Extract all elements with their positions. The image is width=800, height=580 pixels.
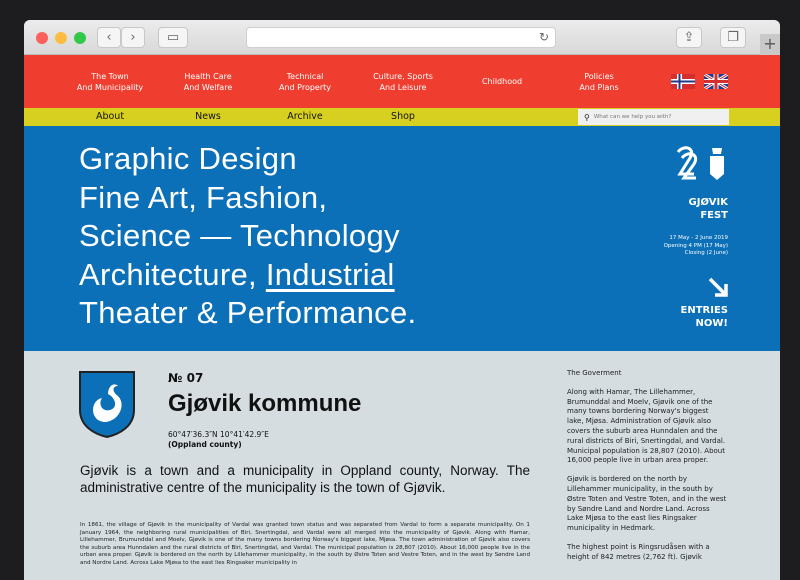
nav-about[interactable]: About <box>96 111 124 122</box>
search-icon: ⚲ <box>584 112 590 122</box>
coordinates: 60°47′36.3″N 10°41′42.9″E <box>168 430 269 439</box>
fest-date: Closing (2 June) <box>684 250 728 256</box>
fest-date: Opening 4 PM (17 May) <box>663 242 728 249</box>
nav-news[interactable]: News <box>195 111 221 122</box>
address-bar[interactable]: ↻ <box>246 27 556 48</box>
hero-line: Fine Art, Fashion, <box>79 179 328 215</box>
sidebar-paragraph: Gjøvik is bordered on the north by Lille… <box>567 475 727 533</box>
nav-culture[interactable]: Culture, Sports And Leisure <box>373 71 433 93</box>
sidebar-paragraph: The highest point is Ringsrudåsen with a… <box>567 542 710 561</box>
hero-line: Graphic Design <box>79 141 297 176</box>
hero-line: Science — Technology <box>79 218 400 253</box>
back-button[interactable]: ‹ <box>97 27 121 48</box>
county: (Oppland county) <box>168 440 242 449</box>
nav-health[interactable]: Health Care And Welfare <box>184 71 233 93</box>
hero-link-industrial[interactable]: Industrial <box>266 257 395 292</box>
browser-window: ‹ › ▭ ↻ ⇪ ❐ + The Town And Municipality … <box>24 20 780 580</box>
arrow-down-right-icon[interactable] <box>707 276 729 298</box>
nav-shop[interactable]: Shop <box>391 111 415 122</box>
sidebar-heading: The Goverment <box>567 369 622 377</box>
hero-line: Theater & Performance. <box>79 295 417 330</box>
forward-button[interactable]: › <box>121 27 145 48</box>
nav-childhood[interactable]: Childhood <box>482 76 522 87</box>
fest-date: 17 May - 2 June 2019 <box>669 235 728 241</box>
search-input[interactable]: ⚲ What can we help you with? <box>578 109 729 125</box>
article-title: Gjøvik kommune <box>168 390 362 417</box>
hero-banner: Graphic Design Fine Art, Fashion, Scienc… <box>24 126 780 351</box>
reload-icon[interactable]: ↻ <box>539 30 549 44</box>
fest-title: GJØVIK FEST <box>689 196 728 222</box>
nav-technical[interactable]: Technical And Property <box>279 71 331 93</box>
cta-line: ENTRIES <box>680 305 728 316</box>
share-icon[interactable]: ⇪ <box>676 27 702 48</box>
zoom-window-button[interactable] <box>74 32 86 44</box>
fest-dates: 17 May - 2 June 2019 Opening 4 PM (17 May… <box>664 235 728 258</box>
close-window-button[interactable] <box>36 32 48 44</box>
festival-logo-icon <box>676 146 724 180</box>
nav-archive[interactable]: Archive <box>287 111 323 122</box>
title-bar: ‹ › ▭ ↻ ⇪ ❐ <box>24 20 780 55</box>
article-number: № 07 <box>168 371 204 385</box>
entries-now-link[interactable]: ENTRIES NOW! <box>681 304 728 330</box>
gjovik-coat-of-arms-icon <box>79 371 135 438</box>
cta-line: NOW! <box>695 318 728 329</box>
norwegian-flag-icon[interactable] <box>671 74 695 89</box>
nav-policies[interactable]: Policies And Plans <box>579 71 618 93</box>
minimize-window-button[interactable] <box>55 32 67 44</box>
tabs-icon[interactable]: ❐ <box>720 27 746 48</box>
article-body: In 1861, the village of Gjøvik in the mu… <box>80 522 530 566</box>
primary-nav: The Town And Municipality Health Care An… <box>24 55 780 108</box>
fest-title-line: FEST <box>700 210 728 221</box>
uk-flag-icon[interactable] <box>704 74 728 89</box>
sidebar-government: The Goverment Along with Hamar, The Lill… <box>567 369 727 563</box>
hero-line: Architecture, <box>79 256 266 292</box>
sidebar-paragraph: Along with Hamar, The Lillehammer, Brumu… <box>567 387 726 465</box>
article-lead: Gjøvik is a town and a municipality in O… <box>80 463 530 495</box>
fest-title-line: GJØVIK <box>688 197 728 208</box>
content-area: № 07 Gjøvik kommune 60°47′36.3″N 10°41′4… <box>24 351 780 571</box>
nav-town[interactable]: The Town And Municipality <box>77 71 143 93</box>
secondary-nav: About News Archive Shop ⚲ What can we hel… <box>24 108 780 126</box>
search-placeholder: What can we help you with? <box>593 114 672 120</box>
sidebar-toggle-icon[interactable]: ▭ <box>158 27 188 48</box>
hero-heading: Graphic Design Fine Art, Fashion, Scienc… <box>79 140 416 333</box>
new-tab-button[interactable]: + <box>760 34 780 55</box>
